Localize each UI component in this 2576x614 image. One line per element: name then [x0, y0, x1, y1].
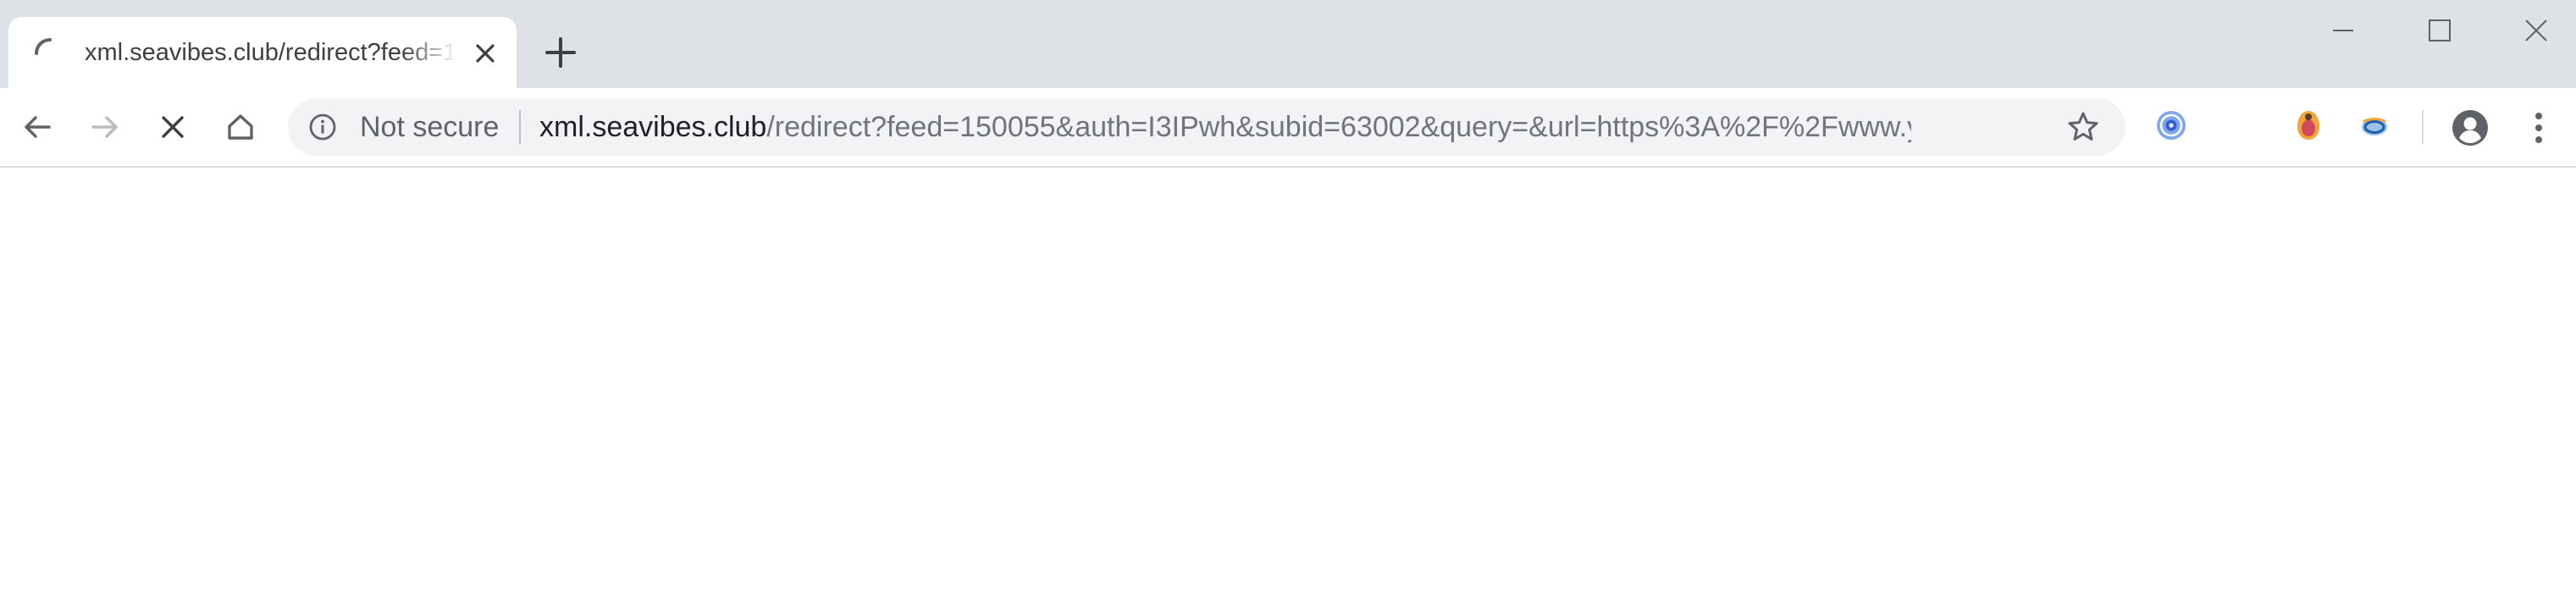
home-button[interactable] [218, 105, 263, 149]
arrow-right-icon [91, 116, 118, 138]
toolbar-divider [2422, 110, 2424, 144]
info-icon[interactable] [308, 113, 337, 141]
url-path: /redirect?feed=150055&auth=I3IPwh&subid=… [766, 111, 1911, 143]
active-tab[interactable]: xml.seavibes.club/redirect?feed=150055&a… [8, 17, 517, 88]
minimize-icon [2333, 30, 2353, 31]
url-host: xml.seavibes.club [539, 111, 767, 143]
page-content [0, 168, 2576, 614]
close-window-button[interactable] [2490, 10, 2576, 51]
stop-loading-button[interactable] [151, 105, 195, 149]
orange-figure-extension-icon[interactable] [2290, 107, 2327, 144]
home-icon [228, 114, 253, 140]
tab-title: xml.seavibes.club/redirect?feed=150055&a… [85, 39, 457, 66]
kebab-menu-icon[interactable] [2523, 108, 2554, 147]
back-button[interactable] [15, 105, 59, 149]
omnibox-divider [519, 110, 521, 144]
close-icon [162, 116, 184, 138]
arrow-left-icon [25, 116, 51, 138]
close-tab-icon[interactable] [473, 41, 498, 66]
address-bar[interactable]: Not secure xml.seavibes.club/redirect?fe… [288, 98, 2125, 156]
maximize-icon [2429, 19, 2451, 41]
minimize-button[interactable] [2297, 10, 2390, 51]
close-window-icon [2525, 19, 2547, 41]
browser-toolbar: Not secure xml.seavibes.club/redirect?fe… [0, 88, 2576, 168]
forward-button[interactable] [83, 105, 127, 149]
new-tab-button[interactable] [542, 34, 579, 71]
star-outline-icon[interactable] [2066, 110, 2100, 144]
maximize-button[interactable] [2393, 10, 2486, 51]
loading-spinner-icon [35, 38, 52, 55]
security-status-label[interactable]: Not secure [360, 98, 499, 156]
blue-glasses-extension-icon[interactable] [2356, 107, 2393, 144]
account-circle-icon[interactable] [2451, 108, 2490, 147]
tab-strip: xml.seavibes.club/redirect?feed=150055&a… [0, 0, 2576, 88]
spiral-blue-extension-icon[interactable] [2153, 107, 2190, 144]
url-text[interactable]: xml.seavibes.club/redirect?feed=150055&a… [539, 98, 1911, 156]
